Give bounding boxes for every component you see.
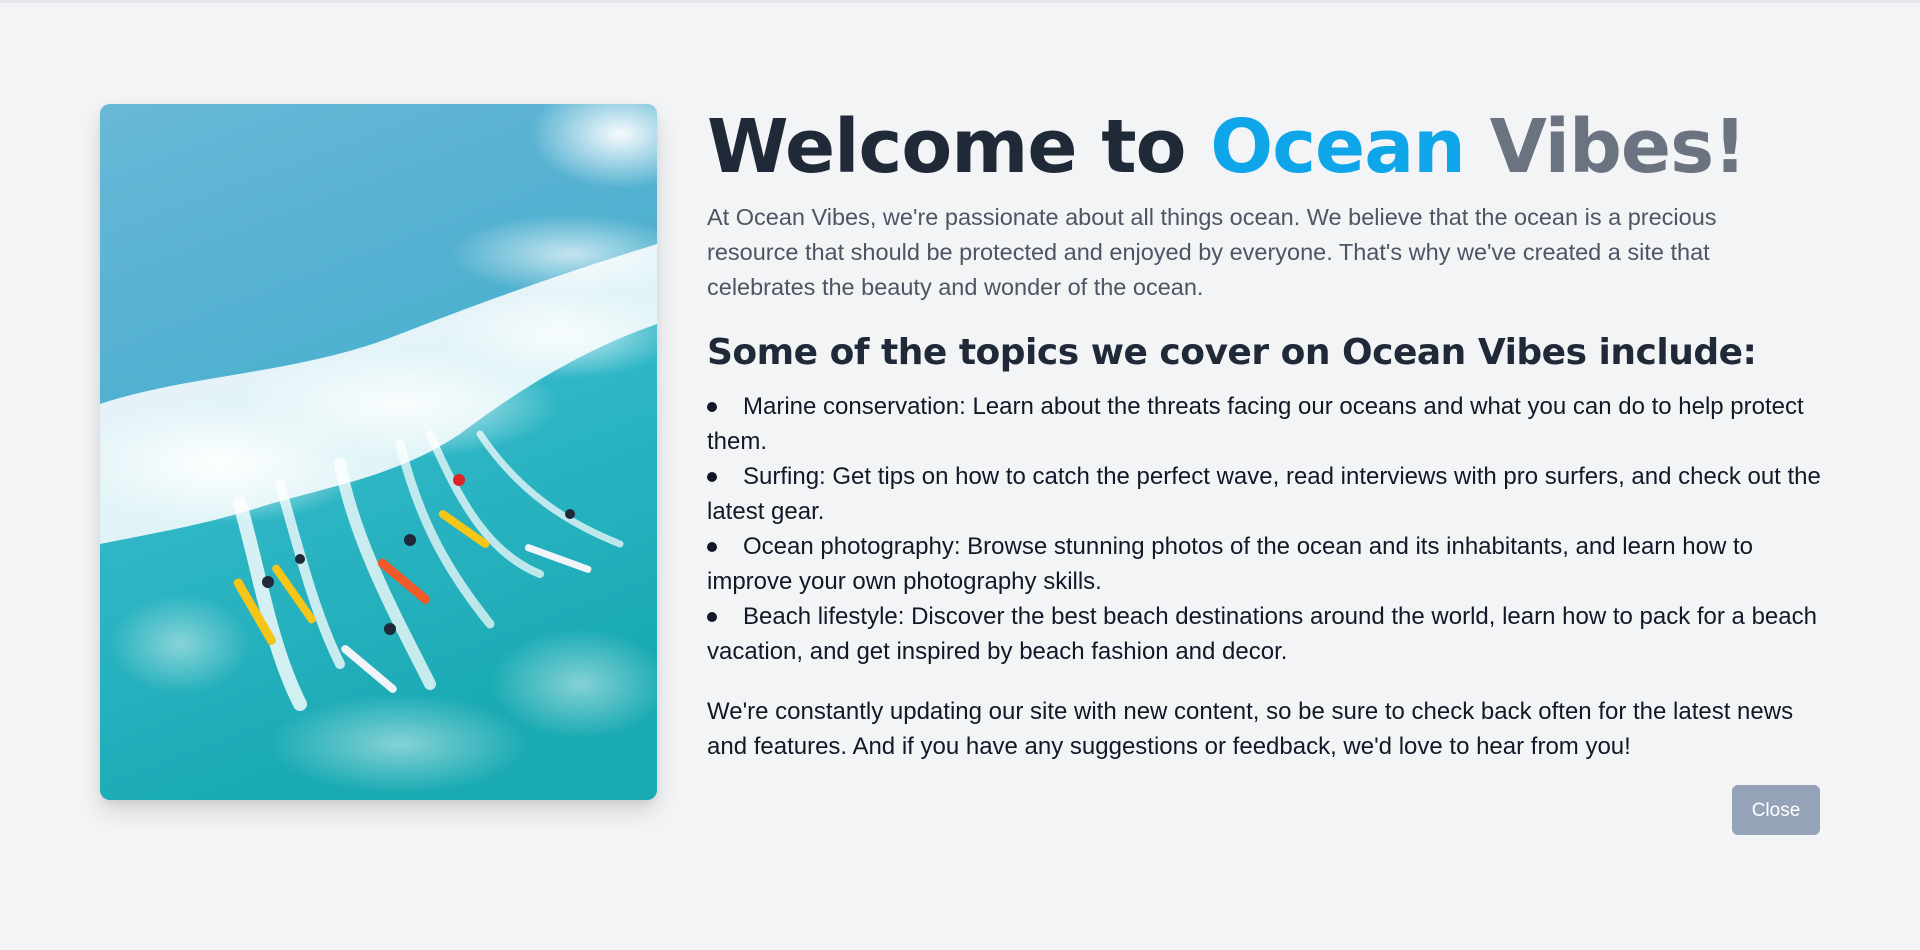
title-highlight-ocean: Ocean — [1210, 104, 1466, 190]
top-divider — [0, 0, 1920, 3]
close-button[interactable]: Close — [1732, 785, 1820, 835]
surf-photo-illustration — [100, 104, 657, 800]
welcome-content: Welcome to Ocean Vibes! At Ocean Vibes, … — [707, 104, 1821, 764]
bullet-icon — [707, 472, 717, 482]
list-item: Marine conservation: Learn about the thr… — [707, 389, 1827, 459]
welcome-panel: Welcome to Ocean Vibes! At Ocean Vibes, … — [100, 104, 1821, 835]
bullet-icon — [707, 612, 717, 622]
title-suffix-vibes: Vibes! — [1464, 104, 1747, 190]
hero-image — [100, 104, 657, 800]
topic-text: Beach lifestyle: Discover the best beach… — [707, 603, 1817, 665]
list-item: Surfing: Get tips on how to catch the pe… — [707, 459, 1827, 529]
bullet-icon — [707, 542, 717, 552]
topic-text: Surfing: Get tips on how to catch the pe… — [707, 463, 1821, 525]
bullet-icon — [707, 402, 717, 412]
topic-text: Marine conservation: Learn about the thr… — [707, 393, 1804, 455]
topic-text: Ocean photography: Browse stunning photo… — [707, 533, 1754, 595]
topics-list: Marine conservation: Learn about the thr… — [707, 389, 1827, 669]
title-prefix: Welcome to — [707, 104, 1211, 190]
page-title: Welcome to Ocean Vibes! — [707, 104, 1820, 190]
outro-paragraph: We're constantly updating our site with … — [707, 698, 1794, 760]
list-item: Beach lifestyle: Discover the best beach… — [707, 599, 1827, 669]
intro-paragraph: At Ocean Vibes, we're passionate about a… — [707, 204, 1717, 300]
list-item: Ocean photography: Browse stunning photo… — [707, 529, 1827, 599]
topics-heading: Some of the topics we cover on Ocean Vib… — [707, 332, 1757, 373]
